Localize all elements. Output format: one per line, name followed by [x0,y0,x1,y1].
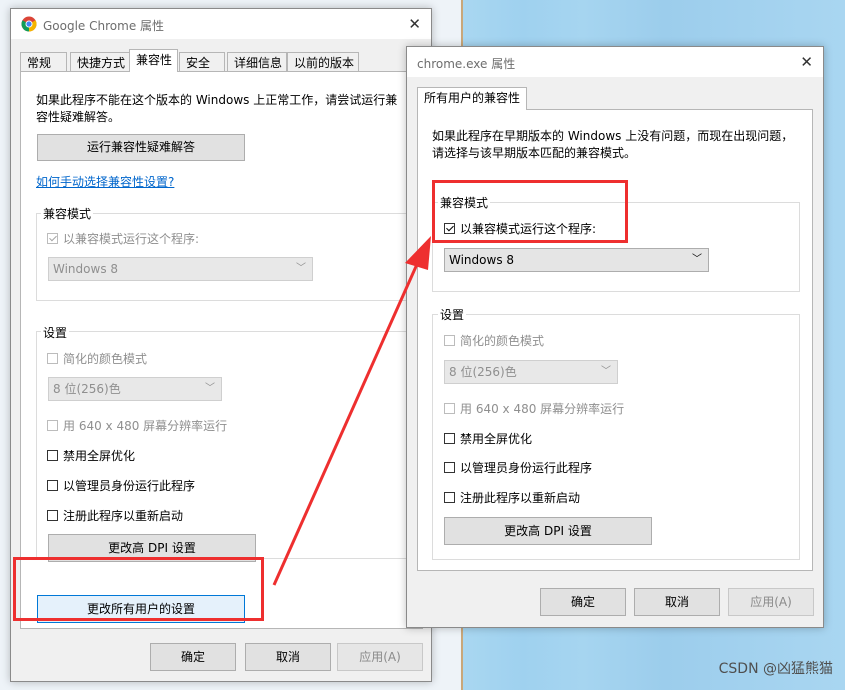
chevron-down-icon: ﹀ [601,366,611,377]
title-bar: Google Chrome 属性 ✕ [11,9,431,39]
intro-text: 如果此程序在早期版本的 Windows 上没有问题，而现在出现问题，请选择与该早… [432,129,794,160]
reduced-color-checkbox[interactable]: 简化的颜色模式 [47,350,147,367]
res-640-checkbox[interactable]: 用 640 x 480 屏幕分辨率运行 [47,417,227,434]
compat-os-select[interactable]: Windows 8 ﹀ [48,257,313,281]
checkbox-icon [47,233,58,244]
manual-compat-link[interactable]: 如何手动选择兼容性设置? [36,173,174,190]
checkbox-icon [47,420,58,431]
checkbox-icon [444,462,455,473]
color-depth-select[interactable]: 8 位(256)色 ﹀ [444,360,618,384]
checkbox-icon [444,433,455,444]
checkbox-icon [47,353,58,364]
ok-button[interactable]: 确定 [540,588,626,616]
tab-all-users-compat[interactable]: 所有用户的兼容性 [417,87,527,110]
chevron-down-icon: ﹀ [692,254,702,265]
annotation-box-all-users [13,557,264,621]
chrome-icon [21,16,37,32]
tab-security[interactable]: 安全 [179,52,225,72]
compatibility-page: 如果此程序不能在这个版本的 Windows 上正常工作，请尝试运行兼容性疑难解答… [20,71,423,629]
run-troubleshooter-button[interactable]: 运行兼容性疑难解答 [37,134,245,161]
compat-mode-checkbox[interactable]: 以兼容模式运行这个程序: [47,230,199,247]
color-depth-select[interactable]: 8 位(256)色 ﹀ [48,377,222,401]
tab-general[interactable]: 常规 [20,52,67,72]
change-dpi-button[interactable]: 更改高 DPI 设置 [444,517,652,545]
close-icon[interactable]: ✕ [408,15,421,33]
window-title: chrome.exe 属性 [417,57,516,71]
title-bar: chrome.exe 属性 ✕ [407,47,823,77]
reduced-color-checkbox[interactable]: 简化的颜色模式 [444,332,544,349]
settings-label: 设置 [41,324,70,341]
res-640-checkbox[interactable]: 用 640 x 480 屏幕分辨率运行 [444,400,624,417]
checkbox-icon [444,492,455,503]
run-as-admin-checkbox[interactable]: 以管理员身份运行此程序 [444,459,592,476]
tab-shortcut[interactable]: 快捷方式 [70,52,131,72]
all-users-compat-page: 如果此程序在早期版本的 Windows 上没有问题，而现在出现问题，请选择与该早… [417,109,813,571]
checkbox-icon [47,510,58,521]
compat-mode-label: 兼容模式 [41,205,94,222]
tab-details[interactable]: 详细信息 [227,52,287,72]
tab-compatibility[interactable]: 兼容性 [129,49,178,72]
cancel-button[interactable]: 取消 [634,588,720,616]
checkbox-icon [444,335,455,346]
run-as-admin-checkbox[interactable]: 以管理员身份运行此程序 [47,477,195,494]
settings-label: 设置 [438,306,467,323]
disable-fullscreen-checkbox[interactable]: 禁用全屏优化 [444,430,532,447]
close-icon[interactable]: ✕ [800,53,813,71]
chevron-down-icon: ﹀ [205,383,215,394]
cancel-button[interactable]: 取消 [245,643,331,671]
chevron-down-icon: ﹀ [296,263,306,274]
apply-button[interactable]: 应用(A) [728,588,814,616]
intro-text: 如果此程序不能在这个版本的 Windows 上正常工作，请尝试运行兼容性疑难解答… [36,93,398,124]
chrome-exe-properties-window: chrome.exe 属性 ✕ 所有用户的兼容性 如果此程序在早期版本的 Win… [406,46,824,628]
checkbox-icon [444,403,455,414]
checkbox-icon [47,450,58,461]
apply-button[interactable]: 应用(A) [337,643,423,671]
ok-button[interactable]: 确定 [150,643,236,671]
register-restart-checkbox[interactable]: 注册此程序以重新启动 [444,489,580,506]
watermark-text: CSDN @凶猛熊猫 [718,661,833,677]
disable-fullscreen-checkbox[interactable]: 禁用全屏优化 [47,447,135,464]
annotation-box-compat-mode [432,180,628,243]
tab-previous-versions[interactable]: 以前的版本 [287,52,359,72]
register-restart-checkbox[interactable]: 注册此程序以重新启动 [47,507,183,524]
window-title: Google Chrome 属性 [43,19,165,33]
checkbox-icon [47,480,58,491]
compat-os-select[interactable]: Windows 8 ﹀ [444,248,709,272]
